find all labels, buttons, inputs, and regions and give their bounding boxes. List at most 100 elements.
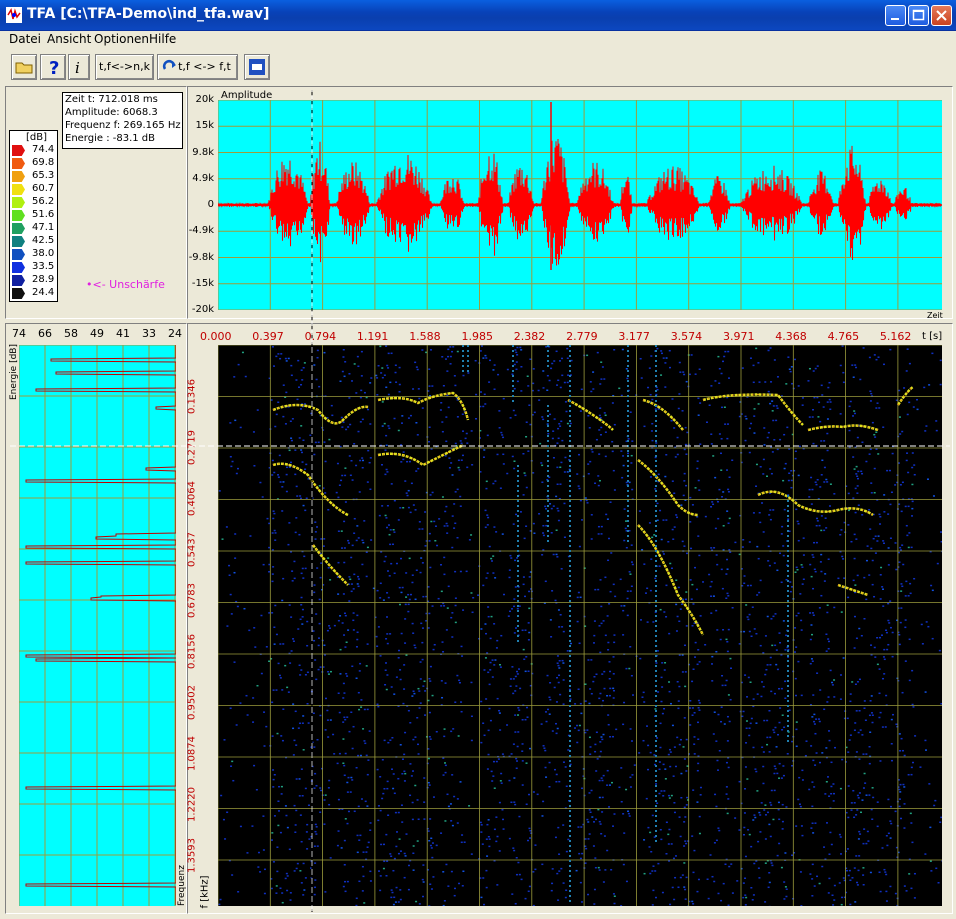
legend-swatch [12,236,25,247]
energy-y-label: Energie [dB] [9,344,19,400]
time-tick: 2.382 [513,330,546,343]
energy-plot[interactable] [19,345,176,906]
menu-bar: Datei Ansicht Optionen Hilfe [0,30,956,49]
time-tick: 3.177 [618,330,650,343]
time-tick: 1.588 [409,330,441,343]
freq-tick: 0.9502 [186,685,198,720]
freq-tick: 0.5437 [186,532,198,567]
energy-x-tick: 58 [64,327,78,340]
time-tick: 0.397 [252,330,284,343]
waveform-y-axis: 20k 15k 9.8k 4.9k 0 -4.9k -9.8k -15k -20k [188,94,216,316]
waveform-x-label: Zeit [927,311,943,320]
tf-ft-label: t,f <-> f,t [178,60,231,73]
legend-value: 51.6 [32,209,55,220]
time-tick: 3.971 [723,330,755,343]
tf-nk-toggle-button[interactable]: t,f<->n,k [95,54,154,80]
energy-x-tick: 49 [90,327,104,340]
title-bar[interactable]: TFA [C:\TFA-Demo\ind_tfa.wav] [0,0,956,31]
legend-swatch [12,262,25,273]
legend-swatch [12,184,25,195]
waveform-y-tick: 15k [195,120,214,132]
legend-value: 42.5 [32,235,55,246]
help-button[interactable]: ? [40,54,66,80]
menu-hilfe[interactable]: Hilfe [149,32,176,46]
cursor-info-box: Zeit t: 712.018 ms Amplitude: 6068.3 Fre… [62,92,183,149]
spectrogram-freq-axis: 0.1346 0.2719 0.4064 0.5437 0.6783 0.8156 0.95… [186,345,216,906]
menu-optionen[interactable]: Optionen [94,32,149,46]
svg-text:?: ? [49,58,59,79]
waveform-y-tick: -20k [191,304,214,315]
energy-x-tick: 33 [142,327,156,340]
info-button[interactable]: i [68,54,90,80]
info-icon: i [75,59,80,77]
legend-swatch [12,145,25,156]
time-tick: 2.779 [566,330,598,343]
cursor-time: Zeit t: 712.018 ms [65,94,158,105]
time-tick: 4.368 [775,330,807,343]
legend-swatch [12,158,25,169]
legend-swatch [12,197,25,208]
energy-x-tick: 41 [116,327,130,340]
freq-tick: 0.4064 [186,481,198,516]
waveform-y-tick: -15k [191,277,214,289]
freq-tick: 1.3593 [186,838,198,873]
close-button[interactable] [931,5,952,26]
time-tick: 5.162 [879,330,912,343]
energy-x-tick: 74 [12,327,26,340]
legend-swatch [12,288,25,299]
time-tick: 0.794 [304,330,337,343]
waveform-y-tick: 20k [195,94,214,105]
printer-icon [249,59,265,75]
waveform-y-tick: 4.9k [192,172,214,184]
unschaerfe-label[interactable]: •<- Unschärfe [86,278,165,291]
freq-tick: 0.6783 [186,583,198,618]
tf-ft-toggle-button[interactable]: t,f <-> f,t [157,54,238,80]
folder-icon [15,62,33,74]
energy-x-label: Frequenz [177,865,187,906]
svg-text:i: i [75,59,80,77]
spectrogram-plot[interactable] [218,345,942,906]
freq-tick: 1.0874 [186,736,198,771]
cursor-energy: Energie : -83.1 dB [65,133,156,144]
menu-ansicht[interactable]: Ansicht [47,32,91,46]
waveform-y-tick: -9.8k [188,251,214,263]
maximize-button[interactable] [908,5,929,26]
menu-datei[interactable]: Datei [9,32,41,46]
time-tick: 1.985 [461,330,494,343]
legend-value: 33.5 [32,261,55,272]
legend-value: 69.8 [32,157,55,168]
cursor-amplitude: Amplitude: 6068.3 [65,107,158,118]
print-button[interactable] [244,54,270,80]
freq-tick: 0.2719 [186,430,198,465]
spectrogram-time-axis: 0.000 0.397 0.794 1.191 1.588 1.985 2.382 2.779… [200,330,950,344]
legend-value: 74.4 [32,144,55,155]
legend-value: 60.7 [32,183,55,194]
legend-swatch [12,210,25,221]
freq-unit-label: f [kHz] [199,875,211,909]
time-tick: 1.191 [356,330,389,343]
freq-tick: 0.1346 [186,379,198,414]
legend-swatch [12,171,25,182]
waveform-y-tick: 9.8k [192,146,214,158]
legend-swatch [12,249,25,260]
waveform-y-tick: 0 [207,199,214,210]
toolbar: ? i t,f<->n,k t,f <-> f,t - +- + [0,49,956,130]
legend-value: 28.9 [32,274,55,285]
time-unit-label: t [s] [922,331,943,342]
minimize-button[interactable] [885,5,906,26]
swap-arrow-icon [162,59,176,70]
legend-swatch [12,275,25,286]
legend-swatch [12,223,25,234]
waveform-y-tick: -4.9k [188,225,214,237]
color-legend: [dB] 74.4 69.8 65.3 60.7 56.2 51.6 47.1 42.5 38.… [9,130,58,302]
waveform-plot[interactable] [218,100,942,310]
cursor-frequency: Frequenz f: 269.165 Hz [65,120,181,131]
open-folder-button[interactable] [11,54,37,80]
energy-x-tick: 24 [168,327,182,340]
freq-tick: 0.8156 [186,634,198,669]
legend-value: 65.3 [32,170,55,181]
legend-value: 24.4 [32,287,55,298]
question-icon: ? [49,58,59,79]
window-title: TFA [C:\TFA-Demo\ind_tfa.wav] [27,6,270,22]
legend-value: 47.1 [32,222,55,233]
